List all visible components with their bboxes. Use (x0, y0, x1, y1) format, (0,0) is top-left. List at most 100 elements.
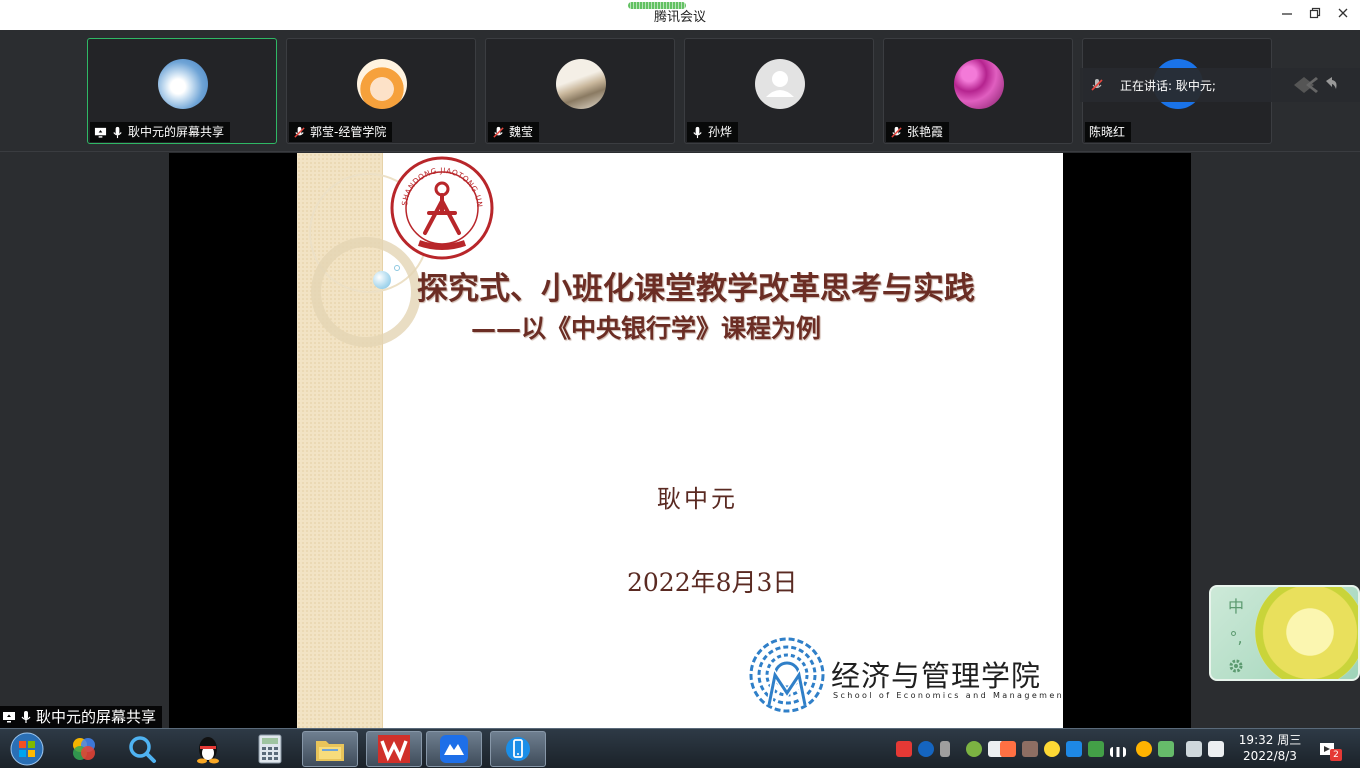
presentation-slide: SHANDONG JIAOTONG UNIVERSITY 探究式、小班化课堂教学… (297, 153, 1063, 728)
minimize-icon (1282, 13, 1292, 15)
notification-count: 2 (1330, 749, 1342, 761)
qq-tray-icon[interactable] (1136, 741, 1152, 757)
collapse-icon[interactable] (1292, 75, 1338, 95)
slide-decor-bubble (394, 265, 400, 271)
folder-icon (316, 741, 344, 761)
screen-share-label-text: 耿中元的屏幕共享 (36, 708, 157, 726)
shield-icon[interactable] (1088, 741, 1104, 757)
notification-button[interactable]: 2 (1318, 739, 1342, 761)
sogou-ime-icon[interactable] (896, 741, 912, 757)
participant-name-tag: 孙烨 (687, 122, 739, 142)
participant-name-tag: 郭莹-经管学院 (289, 122, 393, 142)
qq-penguin-icon (197, 737, 219, 764)
taskbar-file-explorer-app[interactable] (302, 731, 358, 767)
participant-name: 耿中元的屏幕共享 (128, 125, 225, 139)
participant-name: 魏莹 (509, 125, 534, 139)
participant-tile[interactable]: 魏莹 (485, 38, 675, 144)
taskbar-wps-app[interactable] (366, 731, 422, 767)
window-title: 腾讯会议 (653, 10, 706, 25)
participant-name-tag: 魏莹 (488, 122, 540, 142)
network-icon[interactable] (1110, 747, 1126, 757)
restore-icon (1309, 7, 1321, 19)
participant-name-tag: 耿中元的屏幕共享 (90, 122, 231, 142)
colorful-app-icon (73, 738, 95, 760)
participant-tile[interactable]: 耿中元的屏幕共享 (87, 38, 277, 144)
school-name-en: School of Economics and Management (833, 691, 1063, 700)
mic-muted-icon (493, 126, 504, 138)
mic-on-icon (21, 711, 31, 723)
help-icon[interactable] (918, 741, 934, 757)
browser-icon[interactable] (966, 741, 982, 757)
tray-expand-icon[interactable] (940, 741, 950, 757)
mic-on-icon (693, 126, 702, 138)
slide-author: 耿中元 (657, 485, 738, 513)
slide-subtitle: ——以《中央银行学》课程为例 (471, 314, 822, 343)
taskbar-phone-app[interactable] (490, 731, 546, 767)
avatar (755, 59, 805, 109)
gear-icon[interactable] (1227, 657, 1245, 675)
participant-name: 张艳霞 (907, 125, 944, 139)
taskbar-search-app[interactable] (114, 731, 170, 767)
wps-icon (378, 735, 410, 763)
ime-language-toggle[interactable]: 中 (1228, 593, 1244, 617)
avatar (158, 59, 208, 109)
ime-controls: 中 °, (1219, 593, 1253, 675)
tencent-meeting-tray-icon[interactable] (1066, 741, 1082, 757)
window-titlebar: 腾讯会议 (0, 0, 1360, 30)
mic-on-icon (113, 126, 122, 138)
participant-tile[interactable]: 孙烨 (684, 38, 874, 144)
check-icon[interactable] (1158, 741, 1174, 757)
screen-share-label[interactable]: 耿中元的屏幕共享 (0, 706, 163, 728)
avatar (954, 59, 1004, 109)
participant-name-tag: 张艳霞 (886, 122, 950, 142)
clock-time: 19:32 周三 (1238, 733, 1302, 747)
mic-muted-icon (891, 126, 902, 138)
participant-tile[interactable]: 张艳霞 (883, 38, 1073, 144)
calculator-icon (258, 734, 282, 764)
shared-screen: SHANDONG JIAOTONG UNIVERSITY 探究式、小班化课堂教学… (169, 153, 1191, 728)
taskbar-clock[interactable]: 19:32 周三 2022/8/3 (1230, 732, 1310, 764)
taskbar-tencent-meeting-app[interactable] (426, 731, 482, 767)
speaking-text: 正在讲话: 耿中元; (1120, 78, 1216, 93)
app-tray-icon[interactable] (1022, 741, 1038, 757)
taskbar: 19:32 周三 2022/8/3 2 (0, 728, 1360, 768)
speaking-banner: 正在讲话: 耿中元; (1080, 68, 1360, 102)
avatar (556, 59, 606, 109)
plus-icon[interactable] (1044, 741, 1060, 757)
school-logo: 经济与管理学院 School of Economics and Manageme… (745, 635, 1063, 715)
participant-name: 孙烨 (708, 125, 733, 139)
ime-punctuation-toggle[interactable]: °, (1229, 628, 1242, 647)
clock-date: 2022/8/3 (1243, 749, 1297, 763)
system-tray (896, 735, 1226, 763)
mic-muted-icon (294, 126, 305, 138)
avatar (357, 59, 407, 109)
default-user-icon (766, 71, 794, 97)
start-button[interactable] (2, 731, 52, 767)
slide-title: 探究式、小班化课堂教学改革思考与实践 (417, 271, 975, 307)
windows-logo-icon (10, 732, 44, 766)
volume-icon[interactable] (1208, 741, 1224, 757)
taskbar-sogou-app[interactable] (56, 731, 112, 767)
ime-skin-lemon (1255, 587, 1358, 679)
app-tray-icon[interactable] (1000, 741, 1016, 757)
mic-muted-icon (1091, 79, 1103, 91)
participant-tile[interactable]: 郭莹-经管学院 (286, 38, 476, 144)
participant-name-tag: 陈晓红 (1085, 122, 1132, 142)
screen-share-icon (3, 712, 15, 723)
screen-share-icon (94, 127, 107, 138)
usb-device-icon[interactable] (1186, 741, 1202, 757)
minimize-button[interactable] (1276, 4, 1298, 26)
phone-icon (506, 737, 530, 761)
ime-toolbar[interactable]: 中 °, (1209, 585, 1360, 681)
close-icon (1338, 8, 1348, 18)
school-name: 经济与管理学院 (831, 659, 1042, 693)
participant-name: 陈晓红 (1089, 125, 1126, 139)
restore-button[interactable] (1304, 4, 1326, 26)
tencent-meeting-icon (440, 735, 468, 763)
taskbar-qq-app[interactable] (180, 731, 236, 767)
search-icon (129, 736, 156, 763)
close-button[interactable] (1332, 4, 1354, 26)
taskbar-calculator-app[interactable] (242, 731, 298, 767)
fingerprint-logo-icon (749, 637, 825, 713)
participant-name: 郭莹-经管学院 (310, 125, 387, 139)
